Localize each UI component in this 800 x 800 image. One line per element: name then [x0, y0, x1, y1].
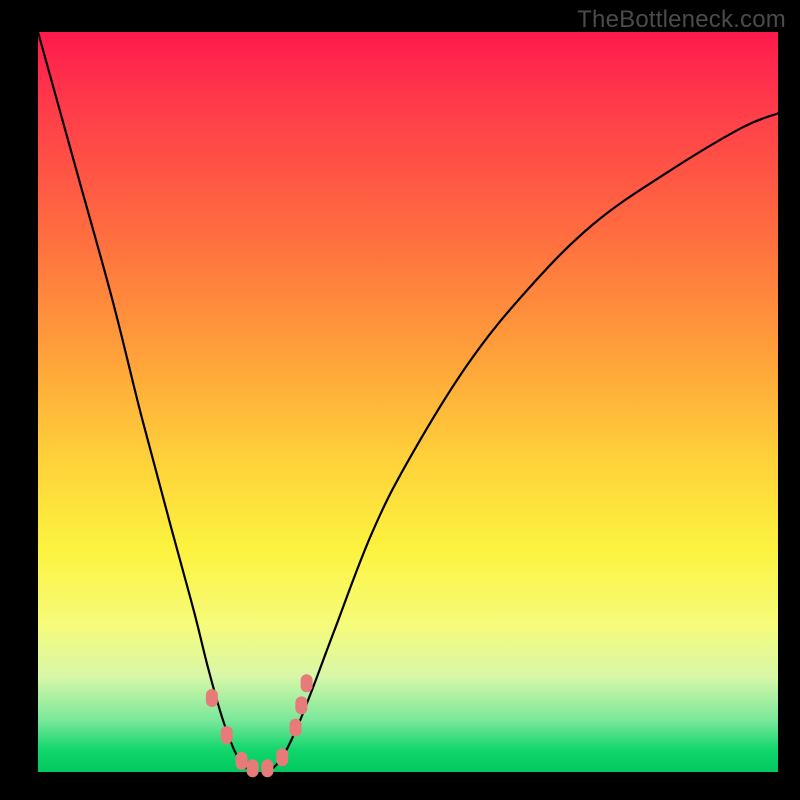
marker-point	[290, 719, 302, 737]
watermark-text: TheBottleneck.com	[577, 6, 786, 34]
marker-point	[261, 759, 273, 777]
highlight-markers	[206, 674, 313, 777]
marker-point	[206, 689, 218, 707]
marker-point	[301, 674, 313, 692]
marker-point	[247, 759, 259, 777]
marker-point	[236, 752, 248, 770]
chart-frame: TheBottleneck.com	[0, 0, 800, 800]
marker-point	[295, 696, 307, 714]
plot-area	[38, 32, 778, 772]
bottleneck-curve	[38, 32, 778, 774]
curve-svg	[38, 32, 778, 772]
marker-point	[276, 748, 288, 766]
marker-point	[221, 726, 233, 744]
